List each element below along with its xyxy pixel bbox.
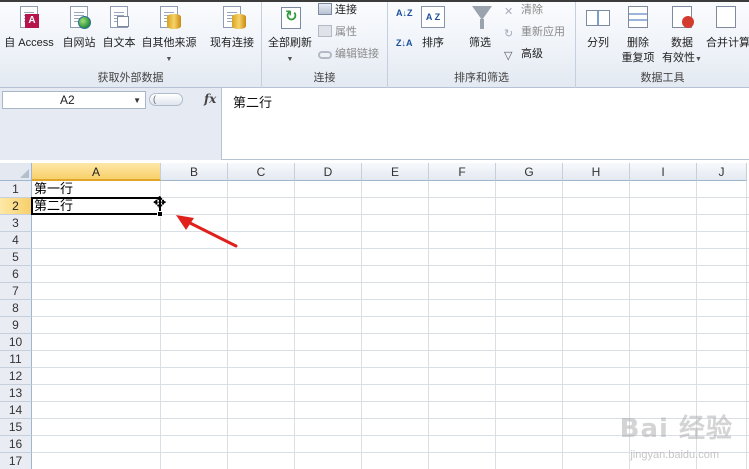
annotation-arrow <box>176 215 238 248</box>
baidu-watermark-url: jingyan.baidu.com <box>630 449 719 461</box>
baidu-watermark: Bai 经验 <box>619 414 733 444</box>
